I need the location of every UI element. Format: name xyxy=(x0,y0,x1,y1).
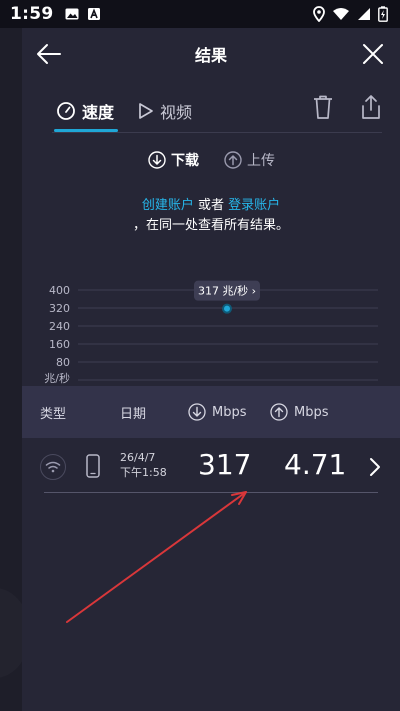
chart-y-unit-label: 兆/秒 xyxy=(44,371,70,385)
chart-tooltip[interactable]: 317 兆/秒 › xyxy=(194,280,260,301)
chart-tooltip-text: 317 兆/秒 › xyxy=(198,284,256,298)
results-panel: 结果 速度 视频 下载 上传 创建账户 或者 登录账户 ，在同一处查看所有结果。… xyxy=(22,28,400,711)
table-row[interactable]: 26/4/7 下午1:58 317 4.71 xyxy=(22,442,400,496)
upload-label: 上传 xyxy=(247,153,275,169)
tab-video[interactable]: 视频 xyxy=(138,94,192,128)
battery-charging-icon xyxy=(378,6,388,22)
close-icon[interactable] xyxy=(360,41,386,67)
status-time: 1:59 xyxy=(10,4,54,24)
chart-y-ticks: 400 320 240 160 80 xyxy=(49,284,70,369)
background-page xyxy=(0,28,30,711)
chart-point[interactable] xyxy=(224,305,230,312)
account-prompt: 创建账户 或者 登录账户 ，在同一处查看所有结果。 xyxy=(22,194,400,234)
chevron-right-icon[interactable] xyxy=(368,456,382,478)
chart-y-tick-label: 400 xyxy=(49,284,70,297)
trash-icon[interactable] xyxy=(312,94,334,120)
download-label: 下载 xyxy=(171,153,199,169)
col-upload: Mbps xyxy=(270,386,329,438)
tab-speed[interactable]: 速度 xyxy=(54,94,118,132)
wifi-icon xyxy=(45,461,61,473)
chart-grid xyxy=(78,289,378,381)
tab-speed-label: 速度 xyxy=(82,103,115,122)
status-bar: 1:59 xyxy=(0,0,400,28)
chart-y-tick-label: 320 xyxy=(49,302,70,315)
wifi-icon xyxy=(333,8,349,20)
upload-toggle[interactable]: 上传 xyxy=(224,150,275,170)
upload-value: 4.71 xyxy=(284,448,347,481)
login-link[interactable]: 登录账户 xyxy=(228,198,280,213)
row-divider xyxy=(44,492,378,493)
play-icon xyxy=(139,103,153,119)
page-title: 结果 xyxy=(194,46,227,65)
a-notification-icon xyxy=(88,8,101,20)
result-date: 26/4/7 下午1:58 xyxy=(120,451,167,479)
speed-history-chart: 40032024016080 兆/秒 4月 2026 4月 2026 317 兆… xyxy=(44,280,378,401)
header: 结果 xyxy=(22,28,400,80)
direction-toggle: 下载 上传 xyxy=(22,148,400,174)
upload-arrow-icon xyxy=(270,403,288,421)
chart-points xyxy=(222,303,232,314)
tab-bar: 速度 视频 xyxy=(22,88,400,132)
results-table-header: 类型 日期 Mbps Mbps xyxy=(22,386,400,438)
col-download: Mbps xyxy=(188,386,247,438)
speedometer-icon xyxy=(57,102,75,120)
download-arrow-icon xyxy=(188,403,206,421)
account-prompt-suffix: ，在同一处查看所有结果。 xyxy=(132,218,289,233)
download-toggle[interactable]: 下载 xyxy=(148,150,199,170)
phone-icon xyxy=(86,454,100,478)
image-icon xyxy=(65,8,79,20)
upload-arrow-icon xyxy=(224,151,242,169)
download-arrow-icon xyxy=(148,151,166,169)
chart-y-tick-label: 160 xyxy=(49,338,70,351)
share-icon[interactable] xyxy=(360,94,382,120)
tab-divider xyxy=(52,132,382,133)
signal-icon xyxy=(358,8,370,20)
location-icon xyxy=(313,6,325,22)
chart-y-tick-label: 80 xyxy=(56,356,70,369)
col-type: 类型 xyxy=(40,406,67,422)
create-account-link[interactable]: 创建账户 xyxy=(142,198,194,213)
connection-type xyxy=(40,454,66,480)
col-date: 日期 xyxy=(120,406,147,422)
download-value: 317 xyxy=(198,448,252,481)
or-text: 或者 xyxy=(197,198,224,213)
tab-video-label: 视频 xyxy=(160,103,193,122)
chart-y-tick-label: 240 xyxy=(49,320,70,333)
